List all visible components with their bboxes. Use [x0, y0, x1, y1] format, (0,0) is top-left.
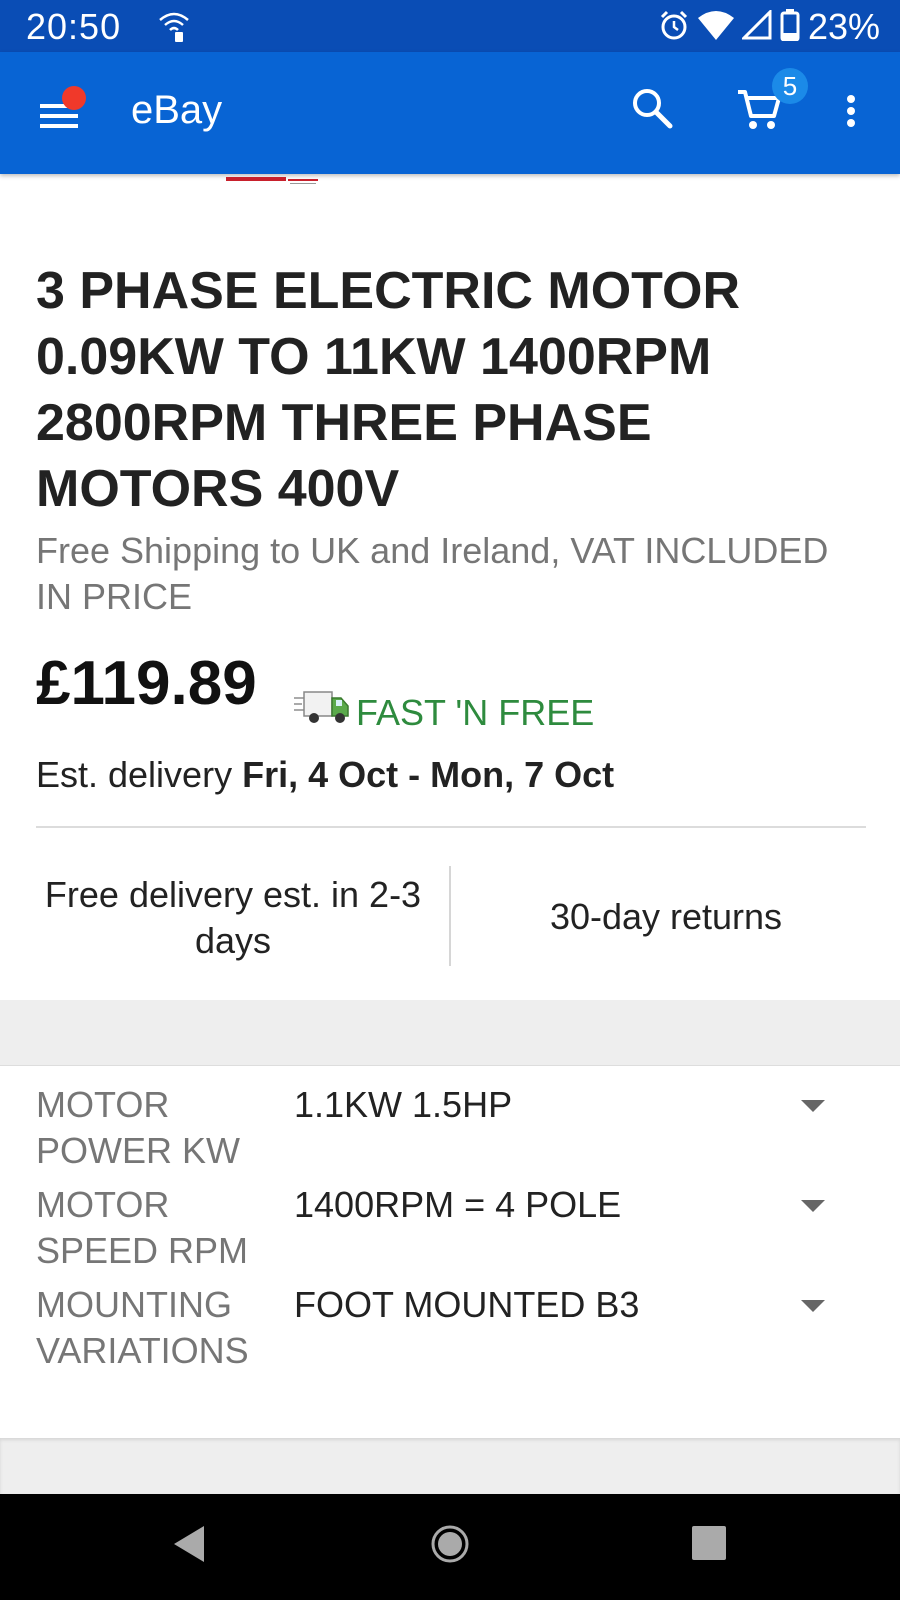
overflow-menu-button[interactable]	[836, 88, 866, 138]
variation-value: 1.1KW 1.5HP	[294, 1084, 513, 1125]
product-image-edge[interactable]	[226, 174, 326, 184]
search-icon	[633, 89, 673, 129]
section-separator	[0, 1000, 900, 1066]
alarm-icon	[658, 9, 690, 46]
fast-n-free-badge: FAST 'N FREE	[356, 692, 595, 733]
price: £119.89	[36, 649, 257, 718]
recents-icon[interactable]	[692, 1526, 726, 1560]
more-vert-icon	[847, 95, 855, 127]
dropdown-arrow-icon	[801, 1200, 825, 1212]
dropdown-arrow-icon	[801, 1100, 825, 1112]
listing-title: 3 PHASE ELECTRIC MOTOR 0.09KW TO 11KW 14…	[36, 262, 741, 518]
app-bar: eBay 5	[0, 52, 900, 174]
variation-motor-speed[interactable]: MOTOR SPEED RPM 1400RPM = 4 POLE	[0, 1182, 900, 1278]
est-delivery-dates: Fri, 4 Oct - Mon, 7 Oct	[242, 754, 615, 795]
variation-label: MOTOR POWER KW	[36, 1084, 240, 1171]
dropdown-arrow-icon	[801, 1300, 825, 1312]
back-icon[interactable]	[172, 1524, 206, 1569]
search-button[interactable]	[630, 86, 680, 136]
listing-subtitle: Free Shipping to UK and Ireland, VAT INC…	[36, 530, 829, 617]
variation-value: FOOT MOUNTED B3	[294, 1284, 640, 1325]
system-nav-bar	[0, 1494, 900, 1600]
cart-button[interactable]: 5	[736, 68, 808, 136]
battery-percent: 23%	[807, 6, 880, 47]
free-delivery-info[interactable]: Free delivery est. in 2-3 days	[36, 872, 430, 964]
variation-value: 1400RPM = 4 POLE	[294, 1184, 622, 1225]
cart-badge: 5	[772, 68, 808, 104]
battery-icon	[780, 8, 800, 46]
home-icon[interactable]	[430, 1524, 470, 1569]
notification-dot	[62, 86, 86, 110]
delivery-truck-icon	[294, 686, 350, 731]
variation-label: MOTOR SPEED RPM	[36, 1184, 249, 1271]
estimated-delivery: Est. delivery Fri, 4 Oct - Mon, 7 Oct	[36, 754, 614, 796]
info-separator	[449, 866, 451, 966]
variation-mounting[interactable]: MOUNTING VARIATIONS FOOT MOUNTED B3	[0, 1282, 900, 1378]
returns-info[interactable]: 30-day returns	[452, 896, 880, 938]
menu-button[interactable]	[36, 86, 86, 136]
variation-motor-power[interactable]: MOTOR POWER KW 1.1KW 1.5HP	[0, 1082, 900, 1178]
divider	[36, 826, 866, 828]
app-title: eBay	[131, 88, 223, 132]
variations-section: MOTOR POWER KW 1.1KW 1.5HP MOTOR SPEED R…	[0, 1066, 900, 1438]
delivery-returns-row: Free delivery est. in 2-3 days 30-day re…	[0, 862, 900, 966]
wifi-calling-icon	[158, 10, 190, 47]
status-time: 20:50	[26, 6, 122, 47]
variation-label: MOUNTING VARIATIONS	[36, 1284, 249, 1371]
wifi-icon	[697, 10, 734, 45]
section-separator-bottom	[0, 1438, 900, 1494]
signal-icon	[740, 7, 772, 45]
est-delivery-label: Est. delivery	[36, 754, 233, 795]
status-bar: 20:50 23%	[0, 0, 900, 52]
